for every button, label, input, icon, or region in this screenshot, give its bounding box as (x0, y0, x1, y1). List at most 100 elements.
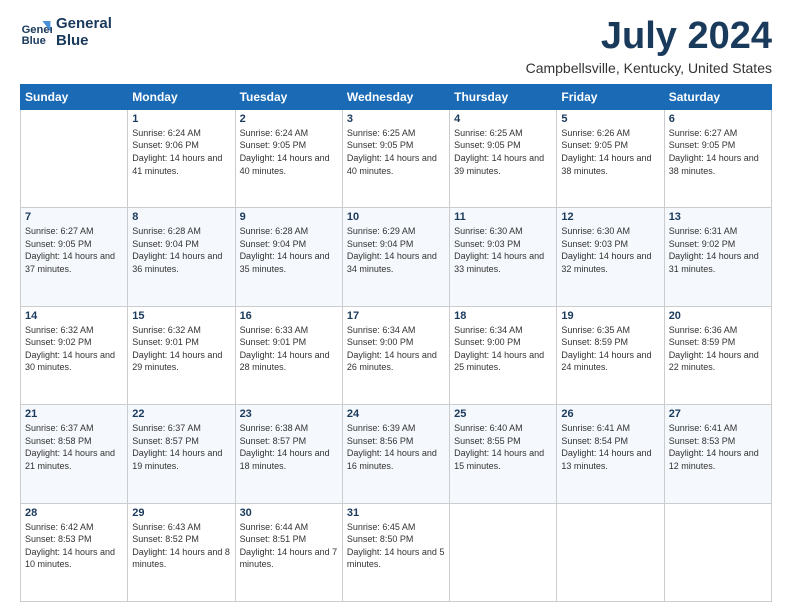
day-number: 21 (25, 408, 123, 420)
calendar-cell (664, 503, 771, 601)
day-info: Sunrise: 6:28 AMSunset: 9:04 PMDaylight:… (240, 225, 338, 275)
calendar-cell: 15 Sunrise: 6:32 AMSunset: 9:01 PMDayligh… (128, 306, 235, 404)
day-number: 8 (132, 211, 230, 223)
calendar-week-row: 7 Sunrise: 6:27 AMSunset: 9:05 PMDaylight… (21, 208, 772, 306)
calendar-cell: 6 Sunrise: 6:27 AMSunset: 9:05 PMDaylight… (664, 109, 771, 207)
day-info: Sunrise: 6:36 AMSunset: 8:59 PMDaylight:… (669, 324, 767, 374)
day-info: Sunrise: 6:30 AMSunset: 9:03 PMDaylight:… (454, 225, 552, 275)
calendar-cell: 25 Sunrise: 6:40 AMSunset: 8:55 PMDayligh… (450, 405, 557, 503)
day-info: Sunrise: 6:41 AMSunset: 8:53 PMDaylight:… (669, 422, 767, 472)
weekday-header: Friday (557, 84, 664, 109)
day-number: 9 (240, 211, 338, 223)
day-number: 24 (347, 408, 445, 420)
day-info: Sunrise: 6:37 AMSunset: 8:57 PMDaylight:… (132, 422, 230, 472)
day-info: Sunrise: 6:27 AMSunset: 9:05 PMDaylight:… (669, 127, 767, 177)
day-number: 16 (240, 310, 338, 322)
weekday-header: Thursday (450, 84, 557, 109)
day-number: 1 (132, 113, 230, 125)
day-info: Sunrise: 6:32 AMSunset: 9:01 PMDaylight:… (132, 324, 230, 374)
calendar-cell: 3Sunrise: 6:25 AMSunset: 9:05 PMDaylight… (342, 109, 449, 207)
day-number: 17 (347, 310, 445, 322)
day-number: 19 (561, 310, 659, 322)
calendar-cell: 17 Sunrise: 6:34 AMSunset: 9:00 PMDayligh… (342, 306, 449, 404)
day-info: Sunrise: 6:34 AMSunset: 9:00 PMDaylight:… (347, 324, 445, 374)
day-info: Sunrise: 6:29 AMSunset: 9:04 PMDaylight:… (347, 225, 445, 275)
calendar-page: General Blue General Blue July 2024 Camp… (0, 0, 792, 612)
day-info: Sunrise: 6:37 AMSunset: 8:58 PMDaylight:… (25, 422, 123, 472)
day-info: Sunrise: 6:25 AMSunset: 9:05 PMDaylight:… (454, 127, 552, 177)
calendar-cell: 11Sunrise: 6:30 AMSunset: 9:03 PMDayligh… (450, 208, 557, 306)
day-number: 20 (669, 310, 767, 322)
day-info: Sunrise: 6:32 AMSunset: 9:02 PMDaylight:… (25, 324, 123, 374)
weekday-header: Sunday (21, 84, 128, 109)
logo-line1: General (56, 16, 112, 33)
day-number: 23 (240, 408, 338, 420)
day-info: Sunrise: 6:26 AMSunset: 9:05 PMDaylight:… (561, 127, 659, 177)
location: Campbellsville, Kentucky, United States (526, 60, 772, 76)
day-number: 18 (454, 310, 552, 322)
calendar-cell: 4 Sunrise: 6:25 AMSunset: 9:05 PMDaylight… (450, 109, 557, 207)
day-info: Sunrise: 6:24 AMSunset: 9:06 PMDaylight:… (132, 127, 230, 177)
header: General Blue General Blue July 2024 Camp… (20, 16, 772, 76)
day-info: Sunrise: 6:34 AMSunset: 9:00 PMDaylight:… (454, 324, 552, 374)
day-number: 29 (132, 507, 230, 519)
day-info: Sunrise: 6:39 AMSunset: 8:56 PMDaylight:… (347, 422, 445, 472)
day-info: Sunrise: 6:30 AMSunset: 9:03 PMDaylight:… (561, 225, 659, 275)
calendar-cell: 26 Sunrise: 6:41 AMSunset: 8:54 PMDayligh… (557, 405, 664, 503)
svg-text:Blue: Blue (22, 35, 46, 47)
day-number: 15 (132, 310, 230, 322)
calendar-table: SundayMondayTuesdayWednesdayThursdayFrid… (20, 84, 772, 602)
calendar-cell: 8 Sunrise: 6:28 AMSunset: 9:04 PMDaylight… (128, 208, 235, 306)
calendar-cell: 23 Sunrise: 6:38 AMSunset: 8:57 PMDayligh… (235, 405, 342, 503)
day-number: 10 (347, 211, 445, 223)
day-info: Sunrise: 6:27 AMSunset: 9:05 PMDaylight:… (25, 225, 123, 275)
day-number: 30 (240, 507, 338, 519)
calendar-cell: 12 Sunrise: 6:30 AMSunset: 9:03 PMDayligh… (557, 208, 664, 306)
day-info: Sunrise: 6:24 AMSunset: 9:05 PMDaylight:… (240, 127, 338, 177)
calendar-cell: 28 Sunrise: 6:42 AMSunset: 8:53 PMDayligh… (21, 503, 128, 601)
calendar-cell: 2Sunrise: 6:24 AMSunset: 9:05 PMDaylight… (235, 109, 342, 207)
calendar-week-row: 21 Sunrise: 6:37 AMSunset: 8:58 PMDayligh… (21, 405, 772, 503)
day-info: Sunrise: 6:44 AMSunset: 8:51 PMDaylight:… (240, 521, 338, 571)
day-info: Sunrise: 6:41 AMSunset: 8:54 PMDaylight:… (561, 422, 659, 472)
calendar-cell: 20 Sunrise: 6:36 AMSunset: 8:59 PMDayligh… (664, 306, 771, 404)
logo-icon: General Blue (20, 17, 52, 49)
day-number: 28 (25, 507, 123, 519)
day-info: Sunrise: 6:38 AMSunset: 8:57 PMDaylight:… (240, 422, 338, 472)
calendar-cell (450, 503, 557, 601)
calendar-cell: 14 Sunrise: 6:32 AMSunset: 9:02 PMDayligh… (21, 306, 128, 404)
day-number: 22 (132, 408, 230, 420)
day-number: 13 (669, 211, 767, 223)
calendar-cell: 21 Sunrise: 6:37 AMSunset: 8:58 PMDayligh… (21, 405, 128, 503)
calendar-cell: 16 Sunrise: 6:33 AMSunset: 9:01 PMDayligh… (235, 306, 342, 404)
calendar-cell (21, 109, 128, 207)
day-number: 31 (347, 507, 445, 519)
day-info: Sunrise: 6:42 AMSunset: 8:53 PMDaylight:… (25, 521, 123, 571)
logo-line2: Blue (56, 33, 112, 50)
day-number: 7 (25, 211, 123, 223)
day-info: Sunrise: 6:40 AMSunset: 8:55 PMDaylight:… (454, 422, 552, 472)
day-number: 27 (669, 408, 767, 420)
day-info: Sunrise: 6:28 AMSunset: 9:04 PMDaylight:… (132, 225, 230, 275)
day-info: Sunrise: 6:35 AMSunset: 8:59 PMDaylight:… (561, 324, 659, 374)
day-info: Sunrise: 6:45 AMSunset: 8:50 PMDaylight:… (347, 521, 445, 571)
day-number: 4 (454, 113, 552, 125)
calendar-cell: 9 Sunrise: 6:28 AMSunset: 9:04 PMDaylight… (235, 208, 342, 306)
day-number: 26 (561, 408, 659, 420)
calendar-cell: 1 Sunrise: 6:24 AMSunset: 9:06 PMDaylight… (128, 109, 235, 207)
day-info: Sunrise: 6:43 AMSunset: 8:52 PMDaylight:… (132, 521, 230, 571)
day-number: 12 (561, 211, 659, 223)
calendar-cell: 24 Sunrise: 6:39 AMSunset: 8:56 PMDayligh… (342, 405, 449, 503)
calendar-cell: 10 Sunrise: 6:29 AMSunset: 9:04 PMDayligh… (342, 208, 449, 306)
day-info: Sunrise: 6:25 AMSunset: 9:05 PMDaylight:… (347, 127, 445, 177)
calendar-cell: 22 Sunrise: 6:37 AMSunset: 8:57 PMDayligh… (128, 405, 235, 503)
weekday-header: Monday (128, 84, 235, 109)
calendar-cell: 5Sunrise: 6:26 AMSunset: 9:05 PMDaylight… (557, 109, 664, 207)
logo: General Blue General Blue (20, 16, 112, 49)
calendar-cell: 19 Sunrise: 6:35 AMSunset: 8:59 PMDayligh… (557, 306, 664, 404)
day-number: 14 (25, 310, 123, 322)
day-info: Sunrise: 6:33 AMSunset: 9:01 PMDaylight:… (240, 324, 338, 374)
day-number: 6 (669, 113, 767, 125)
day-number: 25 (454, 408, 552, 420)
month-title: July 2024 (526, 16, 772, 58)
